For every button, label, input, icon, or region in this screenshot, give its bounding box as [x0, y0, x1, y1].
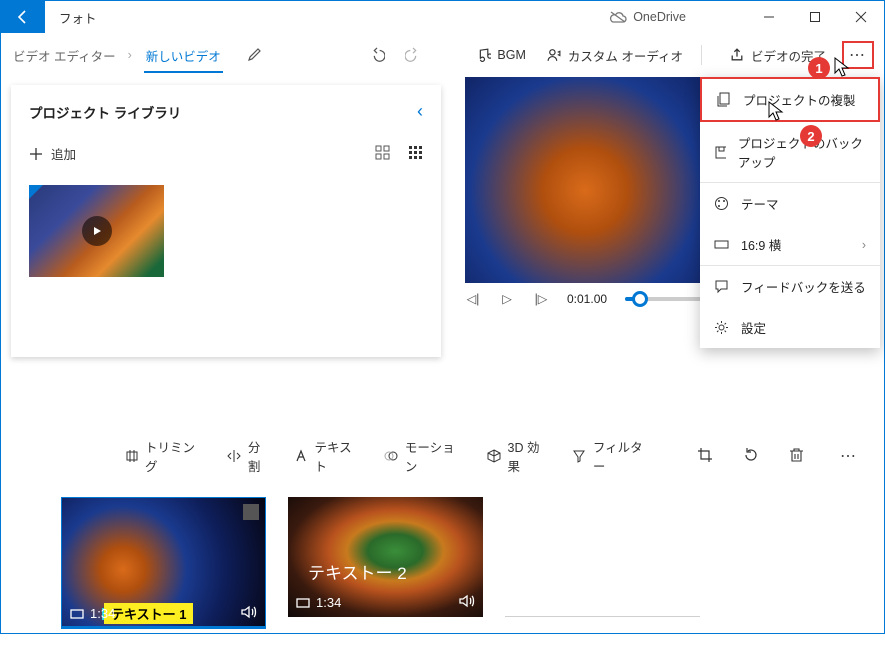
cloud-icon	[609, 11, 627, 23]
chevron-right-icon: ›	[862, 238, 866, 252]
motion-icon	[384, 449, 398, 463]
onedrive-button[interactable]: OneDrive	[609, 10, 686, 24]
clip-text-label: テキストー 2	[308, 559, 407, 584]
app-title: フォト	[59, 8, 97, 27]
cube-icon	[487, 449, 501, 463]
redo-button[interactable]	[397, 41, 429, 69]
bgm-button[interactable]: BGM	[467, 41, 533, 69]
volume-icon[interactable]	[241, 605, 257, 622]
crop-button[interactable]	[697, 447, 713, 466]
play-icon	[82, 216, 112, 246]
breadcrumb: ビデオ エディター › 新しいビデオ	[13, 38, 263, 73]
feedback-icon	[714, 279, 729, 294]
annotation-callout-2: 2	[800, 125, 822, 147]
current-time: 0:01.00	[567, 292, 607, 306]
back-button[interactable]	[1, 1, 45, 33]
minimize-button[interactable]	[746, 1, 792, 33]
storyboard-clip-1[interactable]: テキストー 1 1:34	[61, 497, 266, 629]
menu-feedback[interactable]: フィードバックを送る	[700, 266, 880, 307]
music-icon	[475, 47, 491, 63]
rotate-button[interactable]	[743, 447, 759, 466]
person-audio-icon	[546, 47, 562, 63]
clip-edit-toolbar: トリミング 分割 テキスト モーション 3D 効果 フィルター ⋯	[1, 429, 884, 483]
filter-icon	[572, 449, 586, 463]
duration-icon	[296, 597, 310, 609]
maximize-button[interactable]	[792, 1, 838, 33]
menu-theme[interactable]: テーマ	[700, 183, 880, 224]
grid-small-icon[interactable]	[408, 145, 423, 163]
clip-duration: 1:34	[316, 595, 341, 610]
main-toolbar: ビデオ エディター › 新しいビデオ BGM カスタム オーディオ ビデオの完了…	[1, 33, 884, 77]
grid-large-icon[interactable]	[375, 145, 390, 163]
plus-icon	[29, 147, 43, 161]
pencil-icon[interactable]	[247, 46, 263, 65]
library-panel: プロジェクト ライブラリ ‹ 追加	[11, 85, 441, 357]
save-icon	[714, 145, 726, 160]
trim-button[interactable]: トリミング	[125, 437, 206, 475]
more-menu: プロジェクトの複製 プロジェクトのバックアップ テーマ 16:9 横 › フィー…	[700, 77, 880, 348]
storyboard: テキストー 1 1:34 テキストー 2 1:34	[1, 483, 884, 649]
palette-icon	[714, 196, 729, 211]
next-frame-button[interactable]: |▷	[533, 291, 549, 306]
gear-icon	[714, 320, 729, 335]
close-button[interactable]	[838, 1, 884, 33]
menu-settings[interactable]: 設定	[700, 307, 880, 348]
motion-button[interactable]: モーション	[384, 437, 465, 475]
export-icon	[729, 47, 745, 63]
clip-duration: 1:34	[90, 606, 115, 621]
aspect-icon	[714, 237, 729, 252]
add-media-button[interactable]: 追加	[29, 144, 76, 163]
split-button[interactable]: 分割	[227, 437, 272, 475]
menu-aspect-ratio[interactable]: 16:9 横 ›	[700, 224, 880, 265]
text-button[interactable]: テキスト	[294, 437, 362, 475]
annotation-callout-1: 1	[808, 57, 830, 79]
library-title: プロジェクト ライブラリ	[29, 102, 181, 122]
play-button[interactable]: ▷	[499, 291, 515, 306]
delete-button[interactable]	[789, 447, 804, 466]
text-icon	[294, 449, 308, 463]
menu-duplicate-project[interactable]: プロジェクトの複製	[700, 77, 880, 122]
split-icon	[227, 449, 240, 463]
trim-icon	[125, 449, 139, 463]
storyboard-clip-2[interactable]: テキストー 2 1:34	[288, 497, 483, 617]
breadcrumb-parent[interactable]: ビデオ エディター	[13, 46, 116, 65]
cursor-icon	[768, 101, 786, 123]
3d-effects-button[interactable]: 3D 効果	[487, 437, 550, 475]
chevron-right-icon: ›	[128, 48, 132, 62]
library-thumbnail[interactable]	[29, 185, 164, 277]
undo-button[interactable]	[361, 41, 393, 69]
volume-icon[interactable]	[459, 594, 475, 611]
custom-audio-button[interactable]: カスタム オーディオ	[538, 40, 691, 71]
prev-frame-button[interactable]: ◁|	[465, 291, 481, 306]
duration-icon	[70, 608, 84, 620]
clip-checkbox[interactable]	[243, 504, 259, 520]
clip-more-button[interactable]: ⋯	[840, 446, 858, 466]
library-collapse-button[interactable]: ‹	[417, 101, 423, 122]
titlebar: フォト OneDrive	[1, 1, 884, 33]
copy-icon	[716, 92, 731, 107]
cursor-icon	[834, 57, 852, 79]
filter-button[interactable]: フィルター	[572, 437, 653, 475]
menu-backup-project[interactable]: プロジェクトのバックアップ	[700, 122, 880, 182]
storyboard-placeholder[interactable]	[505, 497, 700, 617]
breadcrumb-current[interactable]: 新しいビデオ	[144, 38, 223, 73]
